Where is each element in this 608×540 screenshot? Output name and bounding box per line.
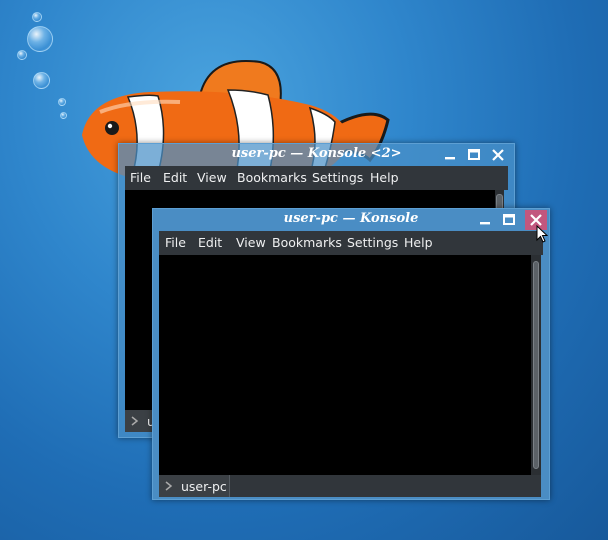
bubble: [60, 112, 67, 119]
menu-file[interactable]: File: [130, 170, 151, 185]
bubble: [32, 12, 42, 22]
menu-edit[interactable]: Edit: [163, 170, 187, 185]
cursor-icon: [536, 225, 548, 243]
menu-file[interactable]: File: [165, 235, 186, 250]
minimize-icon[interactable]: [476, 211, 494, 229]
menu-view[interactable]: View: [197, 170, 227, 185]
menubar: File Edit View Bookmarks Settings Help: [125, 166, 508, 190]
tab-session[interactable]: user-pc: [159, 475, 230, 497]
menu-settings[interactable]: Settings: [347, 235, 398, 250]
bubble: [17, 50, 27, 60]
menu-help[interactable]: Help: [370, 170, 399, 185]
terminal-icon: [131, 416, 139, 426]
titlebar[interactable]: user-pc — Konsole: [153, 209, 549, 231]
bubble: [58, 98, 66, 106]
menu-edit[interactable]: Edit: [198, 235, 222, 250]
tab-label: user-pc: [181, 479, 227, 494]
tabbar: user-pc: [159, 475, 541, 497]
maximize-icon[interactable]: [500, 211, 518, 229]
konsole-window[interactable]: user-pc — Konsole File Edit View Bookmar…: [152, 208, 550, 500]
close-icon[interactable]: [489, 146, 507, 164]
menu-help[interactable]: Help: [404, 235, 433, 250]
menubar: File Edit View Bookmarks Settings Help: [159, 231, 543, 255]
bubble: [33, 72, 50, 89]
maximize-icon[interactable]: [465, 146, 483, 164]
menu-view[interactable]: View: [236, 235, 266, 250]
menu-bookmarks[interactable]: Bookmarks: [237, 170, 307, 185]
titlebar[interactable]: user-pc — Konsole <2>: [119, 144, 514, 166]
scrollbar[interactable]: [531, 255, 541, 475]
terminal-icon: [165, 481, 173, 491]
desktop[interactable]: user-pc — Konsole <2> File Edit View Boo…: [0, 0, 608, 540]
menu-settings[interactable]: Settings: [312, 170, 363, 185]
terminal-area[interactable]: [159, 255, 531, 475]
menu-bookmarks[interactable]: Bookmarks: [272, 235, 342, 250]
minimize-icon[interactable]: [441, 146, 459, 164]
bubble: [27, 26, 53, 52]
scrollbar-thumb[interactable]: [533, 261, 539, 469]
